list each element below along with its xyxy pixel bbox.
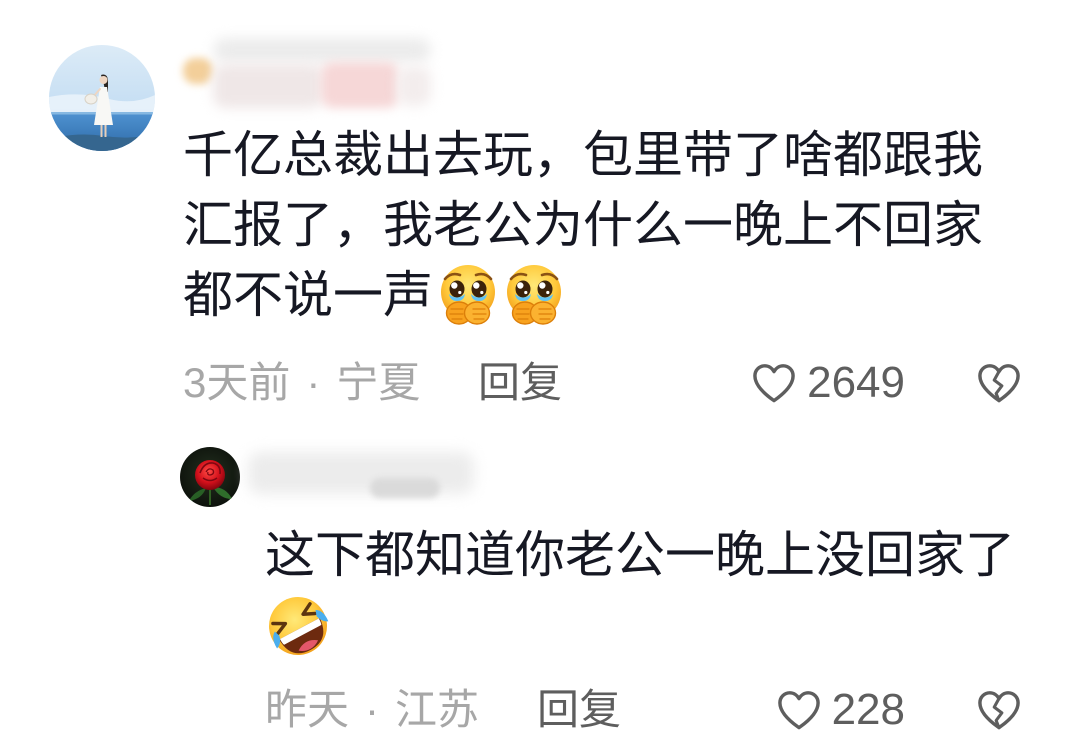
like-button[interactable]: 2649 [751, 358, 905, 408]
pleading-crying-emoji-icon [502, 263, 566, 327]
reply-body[interactable]: 这下都知道你老公一晚上没回家了 [265, 520, 1055, 660]
pleading-crying-emoji-icon [436, 263, 500, 327]
blur-patch [213, 38, 431, 62]
blur-patch [370, 478, 440, 498]
reply-time: 昨天 [265, 686, 350, 733]
rolling-laughing-emoji-icon [265, 593, 331, 659]
user-avatar[interactable] [49, 45, 155, 151]
heart-icon [751, 362, 797, 404]
broken-heart-icon [976, 362, 1022, 404]
comment-text: 千亿总裁出去玩，包里带了啥都跟我汇报了，我老公为什么一晚上不回家都不说一声 [183, 127, 983, 323]
blur-patch [248, 452, 474, 494]
reply-location: 江苏 [395, 686, 480, 733]
comment-body[interactable]: 千亿总裁出去玩，包里带了啥都跟我汇报了，我老公为什么一晚上不回家都不说一声 [183, 120, 1003, 330]
username-redacted[interactable] [183, 36, 435, 112]
broken-heart-icon [976, 689, 1022, 731]
blur-patch [397, 66, 431, 106]
reply-button[interactable]: 回复 [478, 358, 562, 408]
comment-location: 宁夏 [336, 359, 421, 406]
like-count: 2649 [807, 358, 905, 407]
like-count: 228 [831, 685, 905, 734]
blur-patch [183, 58, 213, 84]
blur-patch [213, 64, 323, 108]
reply-button[interactable]: 回复 [537, 685, 621, 735]
reply-emoji-line [265, 590, 1055, 660]
reply-meta: 昨天 · 江苏 [265, 685, 479, 735]
reply-username-redacted[interactable] [248, 446, 474, 502]
comment-meta: 3天前 · 宁夏 [183, 358, 420, 408]
meta-separator: · [365, 686, 380, 733]
dislike-button[interactable] [976, 689, 1022, 731]
blur-patch [321, 62, 399, 108]
like-button[interactable]: 228 [776, 685, 905, 735]
dislike-button[interactable] [976, 362, 1022, 404]
reply-text: 这下都知道你老公一晚上没回家了 [265, 527, 1015, 583]
heart-icon [776, 689, 822, 731]
reply-user-avatar[interactable] [180, 447, 240, 507]
meta-separator: · [306, 359, 321, 406]
comment-time: 3天前 [183, 359, 291, 406]
